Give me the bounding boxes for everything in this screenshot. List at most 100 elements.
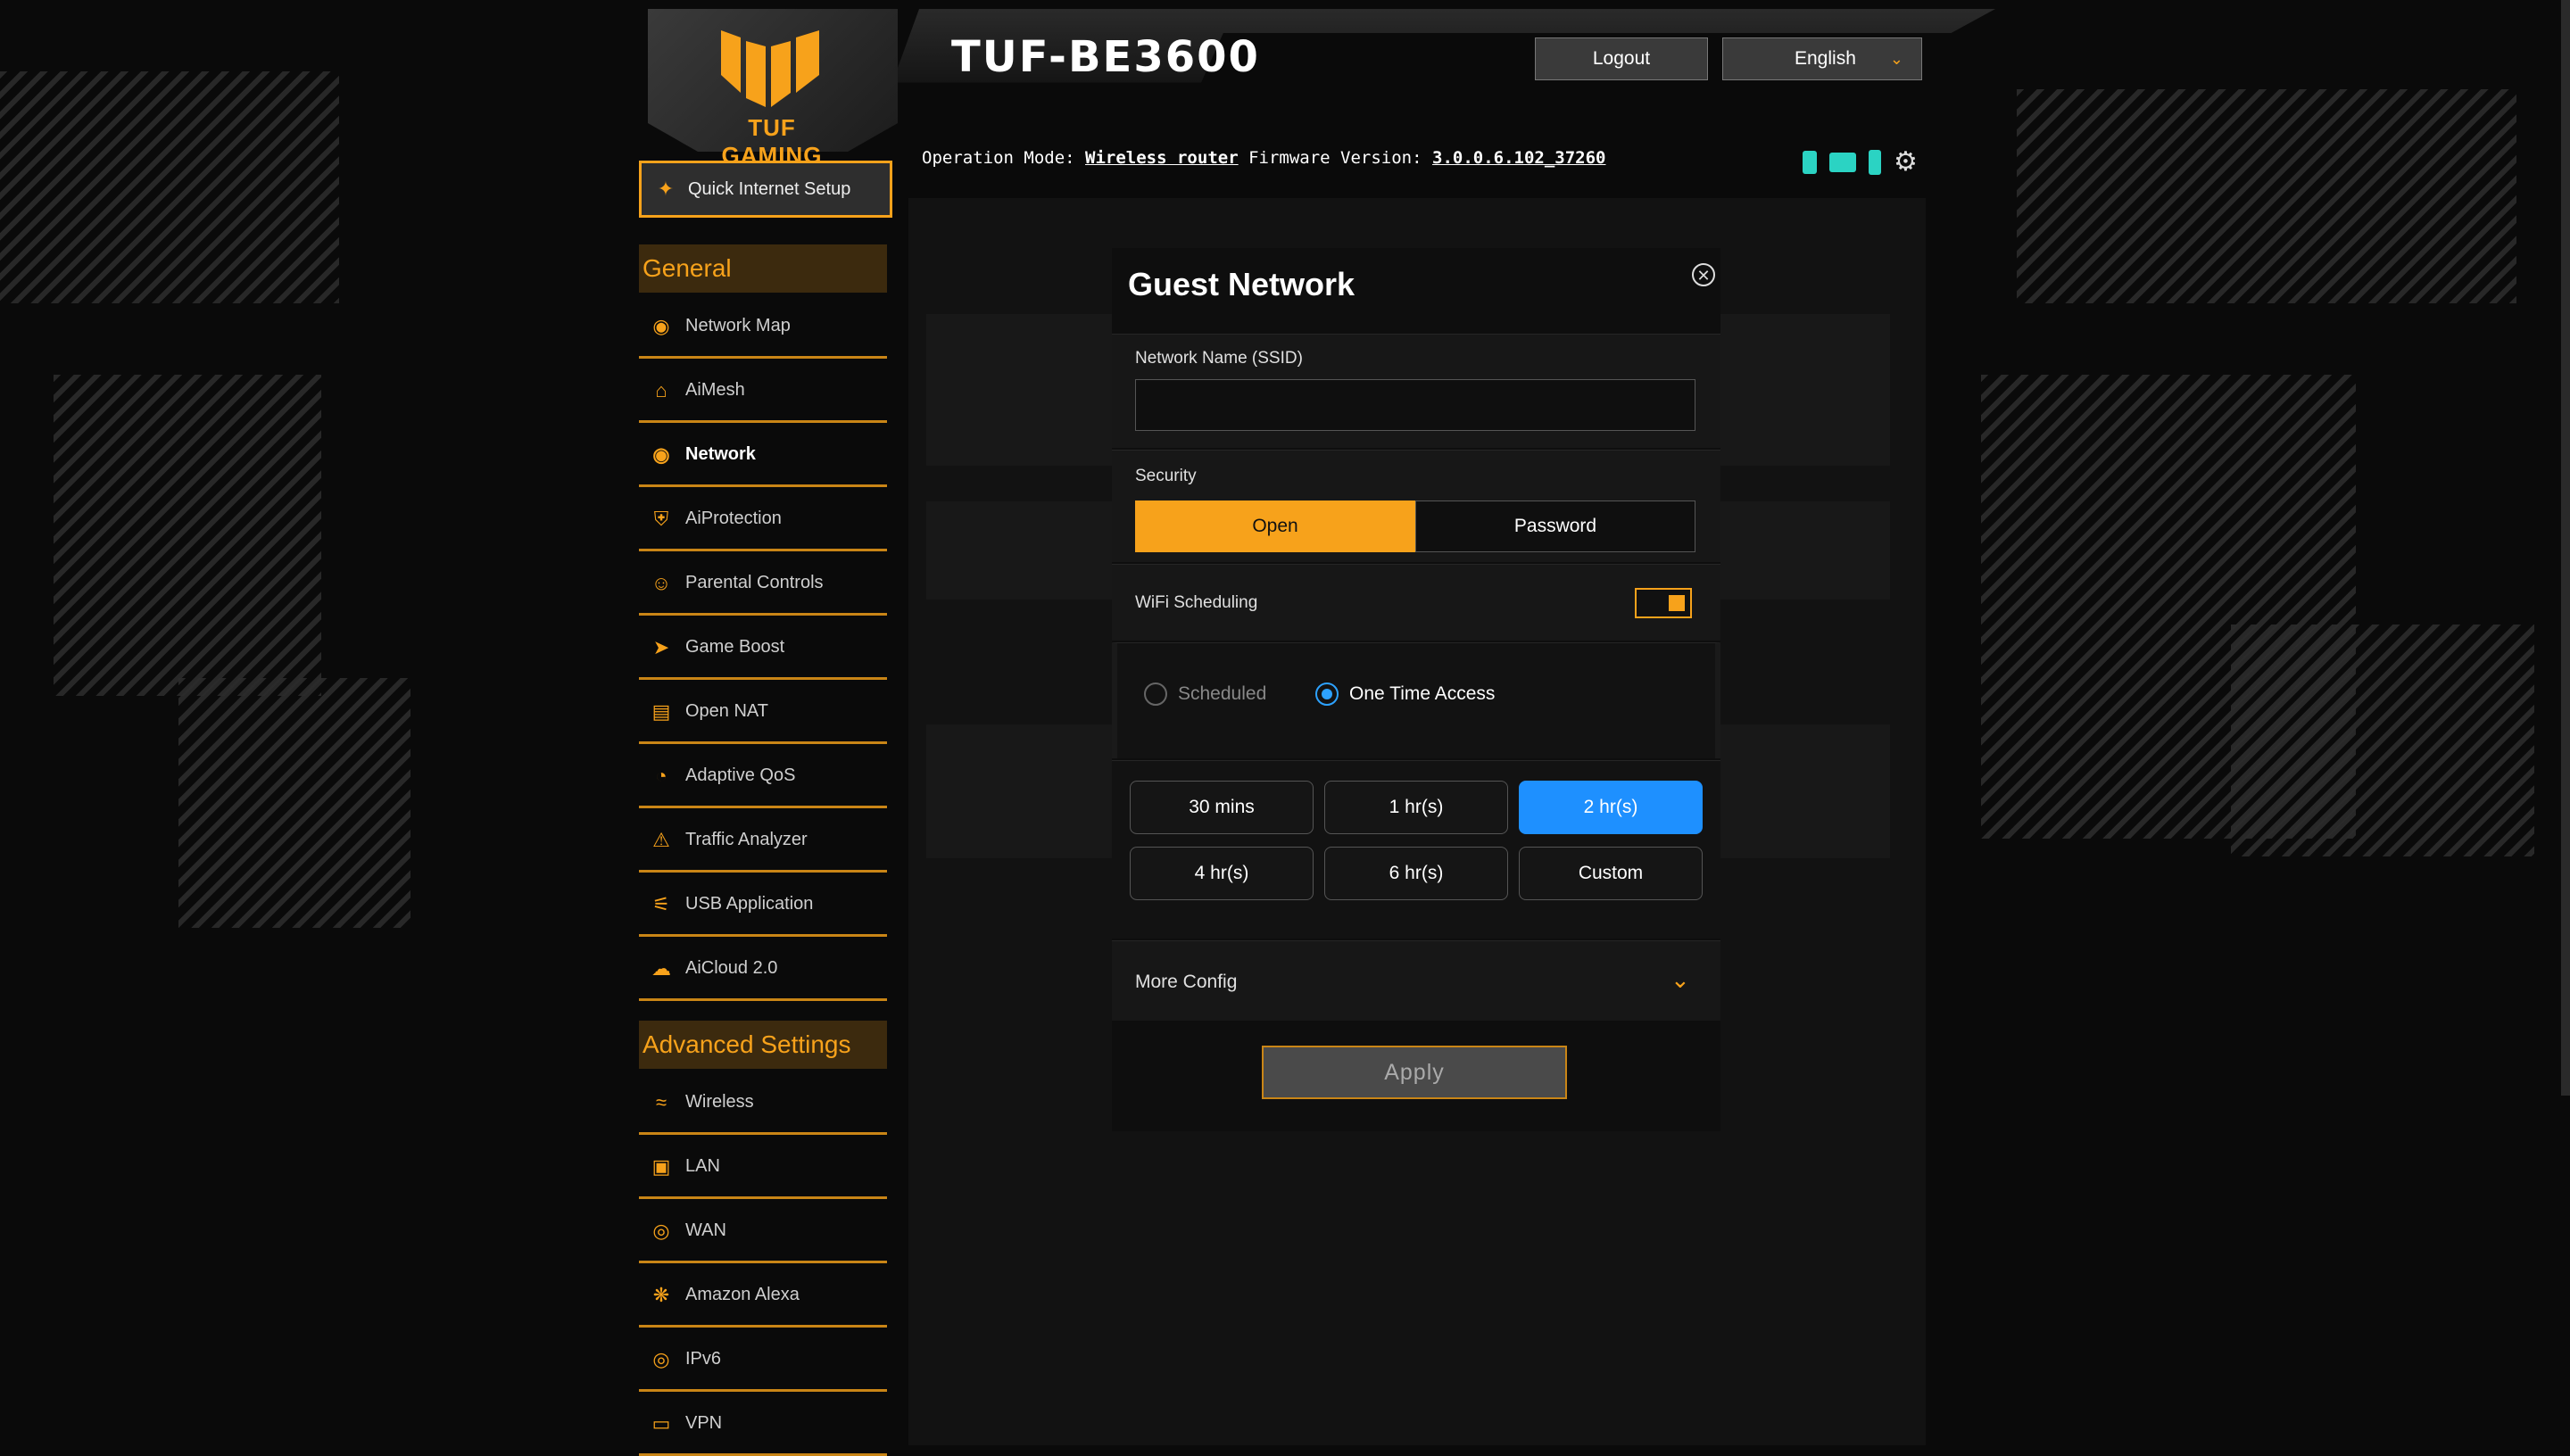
operation-mode-link[interactable]: Wireless router — [1085, 148, 1239, 168]
radio-one-time-access[interactable]: One Time Access — [1315, 682, 1495, 706]
wand-icon: ✦ — [657, 178, 675, 200]
tuf-logo-icon — [721, 30, 819, 107]
ssid-label: Network Name (SSID) — [1135, 349, 1303, 368]
vpn-icon: ▭ — [651, 1411, 671, 1435]
language-value: English — [1795, 48, 1856, 69]
status-icons: ⚙ — [1803, 146, 1918, 178]
duration-2-hr[interactable]: 2 hr(s) — [1519, 781, 1703, 834]
sidebar-item-label: Network Map — [685, 316, 791, 335]
sidebar-item-label: Network — [685, 444, 756, 464]
sidebar-item-traffic-analyzer[interactable]: ⚠ Traffic Analyzer — [639, 810, 887, 873]
advanced-section-title: Advanced Settings — [639, 1021, 887, 1069]
sidebar-item-usb-application[interactable]: ⚟ USB Application — [639, 874, 887, 937]
duration-30-mins[interactable]: 30 mins — [1130, 781, 1314, 834]
sidebar-item-open-nat[interactable]: ▤ Open NAT — [639, 682, 887, 744]
radio-one-time-dot — [1315, 682, 1339, 706]
wifi-scheduling-label: WiFi Scheduling — [1135, 593, 1258, 612]
sidebar-item-network[interactable]: ◉ Network — [639, 425, 887, 487]
page-scrollbar[interactable] — [2561, 0, 2570, 1096]
operation-mode-label: Operation Mode: — [922, 148, 1075, 168]
sidebar-item-vpn[interactable]: ▭ VPN — [639, 1394, 887, 1456]
dialog-title: Guest Network — [1128, 266, 1355, 302]
sidebar-item-label: USB Application — [685, 894, 814, 914]
sidebar-item-aimesh[interactable]: ⌂ AiMesh — [639, 360, 887, 423]
sidebar-item-label: Parental Controls — [685, 573, 824, 592]
alexa-icon: ❋ — [652, 1283, 670, 1306]
language-select[interactable]: English ⌄ — [1722, 37, 1922, 80]
internet-status-icon[interactable] — [1803, 150, 1817, 174]
duration-1-hr[interactable]: 1 hr(s) — [1324, 781, 1508, 834]
radio-scheduled[interactable]: Scheduled — [1144, 682, 1266, 706]
security-section: Security Open Password — [1112, 450, 1720, 562]
ssid-input[interactable] — [1135, 379, 1695, 431]
sidebar-item-aicloud-2-0[interactable]: ☁ AiCloud 2.0 — [639, 939, 887, 1001]
sidebar-item-label: Wireless — [685, 1092, 754, 1112]
radio-scheduled-dot — [1144, 682, 1167, 706]
shield-icon: ⛨ — [653, 507, 669, 530]
radio-one-time-label: One Time Access — [1349, 683, 1496, 704]
parental-icon: ☺ — [651, 571, 672, 594]
security-password-button[interactable]: Password — [1415, 500, 1695, 552]
lan-icon: ▣ — [651, 1154, 671, 1178]
wifi-scheduling-toggle[interactable] — [1635, 588, 1692, 618]
duration-4-hr[interactable]: 4 hr(s) — [1130, 847, 1314, 900]
sidebar-item-network-map[interactable]: ◉ Network Map — [639, 296, 887, 359]
nat-icon: ▤ — [651, 699, 671, 723]
network-map-icon: ◉ — [652, 314, 670, 337]
model-name: TUF-BE3600 — [951, 32, 1260, 82]
ssid-section: Network Name (SSID) — [1112, 334, 1720, 448]
traffic-icon: ⚠ — [652, 828, 670, 851]
sidebar-item-label: AiMesh — [685, 380, 745, 400]
gear-icon[interactable]: ⚙ — [1894, 146, 1918, 178]
sidebar-item-parental-controls[interactable]: ☺ Parental Controls — [639, 553, 887, 616]
duration-custom[interactable]: Custom — [1519, 847, 1703, 900]
sidebar-item-ipv6[interactable]: ◎ IPv6 — [639, 1329, 887, 1392]
duration-section: 30 mins 1 hr(s) 2 hr(s) 4 hr(s) 6 hr(s) … — [1112, 760, 1720, 939]
more-config-label: More Config — [1135, 972, 1238, 992]
firmware-label: Firmware Version: — [1248, 148, 1422, 168]
logout-button[interactable]: Logout — [1535, 37, 1708, 80]
more-config-row[interactable]: More Config ⌄ — [1112, 940, 1720, 1021]
sidebar-item-lan[interactable]: ▣ LAN — [639, 1137, 887, 1199]
schedule-type-section: Scheduled One Time Access — [1112, 642, 1720, 758]
sidebar-item-game-boost[interactable]: ➤ Game Boost — [639, 617, 887, 680]
aimesh-icon: ⌂ — [655, 378, 667, 401]
rocket-icon: ➤ — [652, 635, 670, 658]
close-icon[interactable]: ✕ — [1692, 263, 1715, 286]
security-label: Security — [1135, 467, 1197, 485]
sidebar-item-label: Open NAT — [685, 701, 768, 721]
chevron-down-icon: ⌄ — [1670, 966, 1690, 993]
duration-6-hr[interactable]: 6 hr(s) — [1324, 847, 1508, 900]
sidebar-item-wireless[interactable]: ≈ Wireless — [639, 1072, 887, 1135]
devices-status-icon[interactable] — [1829, 152, 1856, 172]
gauge-icon: ◔ — [655, 764, 667, 787]
sidebar-item-label: Game Boost — [685, 637, 785, 657]
chevron-down-icon: ⌄ — [1889, 49, 1903, 68]
status-line: Operation Mode: Wireless router Firmware… — [922, 148, 1605, 168]
guest-network-dialog: Guest Network ✕ Network Name (SSID) Secu… — [1112, 248, 1720, 1131]
usb-status-icon[interactable] — [1869, 149, 1881, 175]
apply-button[interactable]: Apply — [1262, 1046, 1567, 1099]
quick-setup-label: Quick Internet Setup — [688, 178, 851, 199]
sidebar-item-label: IPv6 — [685, 1349, 722, 1369]
sidebar-item-label: AiProtection — [685, 509, 782, 528]
sidebar-item-label: VPN — [685, 1413, 723, 1433]
wifi-icon: ≈ — [655, 1090, 667, 1113]
sidebar-item-label: AiCloud 2.0 — [685, 958, 778, 978]
cloud-icon: ☁ — [651, 956, 671, 980]
security-open-button[interactable]: Open — [1135, 500, 1415, 552]
quick-internet-setup-button[interactable]: ✦ Quick Internet Setup — [639, 161, 892, 218]
sidebar-item-adaptive-qos[interactable]: ◔ Adaptive QoS — [639, 746, 887, 808]
wifi-scheduling-section: WiFi Scheduling — [1112, 564, 1720, 641]
ipv6-icon: ◎ — [652, 1347, 670, 1370]
sidebar-item-aiprotection[interactable]: ⛨ AiProtection — [639, 489, 887, 551]
sidebar-item-label: Traffic Analyzer — [685, 830, 808, 849]
sidebar-item-amazon-alexa[interactable]: ❋ Amazon Alexa — [639, 1265, 887, 1328]
sidebar-item-label: WAN — [685, 1220, 726, 1240]
sidebar-item-label: LAN — [685, 1156, 720, 1176]
firmware-link[interactable]: 3.0.0.6.102_37260 — [1432, 148, 1605, 168]
sidebar-item-wan[interactable]: ◎ WAN — [639, 1201, 887, 1263]
radio-scheduled-label: Scheduled — [1178, 683, 1267, 704]
sidebar-item-label: Adaptive QoS — [685, 765, 796, 785]
general-section-title: General — [639, 244, 887, 293]
